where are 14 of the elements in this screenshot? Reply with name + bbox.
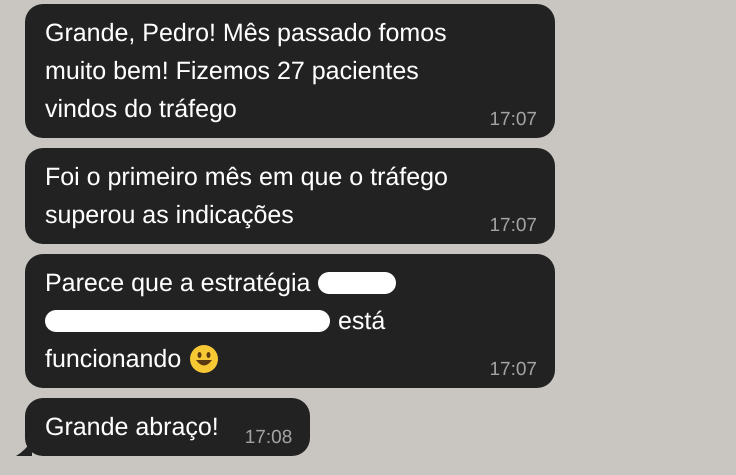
message-text: está [338,306,386,337]
message-text: Grande abraço! [45,412,219,443]
message-text: Parece que a estratégia [45,268,310,299]
message-text: funcionando [45,344,182,375]
message-time: 17:07 [488,360,537,380]
message-time: 17:07 [488,110,537,130]
smiley-icon [189,344,220,374]
message-text: muito bem! Fizemos 27 pacientes [45,56,419,87]
message-text: Foi o primeiro mês em que o tráfego [45,162,448,193]
message-time: 17:07 [488,216,537,236]
message-text: superou as indicações [45,200,294,231]
message-text: Grande, Pedro! Mês passado fomos [45,18,447,49]
message-time: 17:08 [244,428,292,448]
message-text: vindos do tráfego [45,94,237,125]
